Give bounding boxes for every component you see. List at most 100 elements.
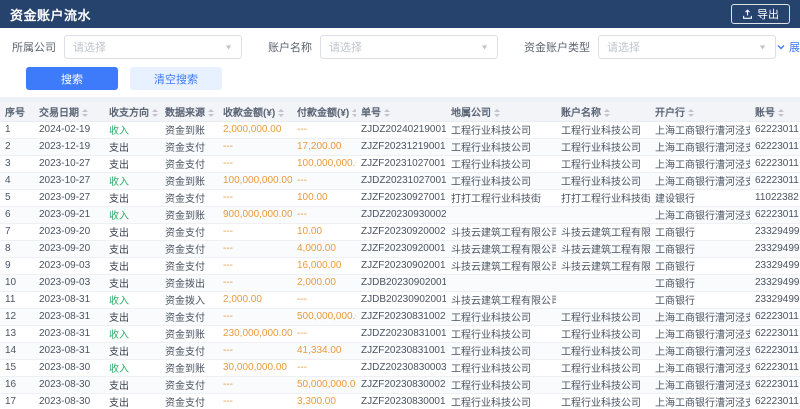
- cell-bank: 上海工商银行漕河泾支行: [650, 138, 750, 155]
- cell-receipt: ---: [218, 240, 292, 257]
- column-header-label: 地属公司: [451, 108, 491, 119]
- table-row[interactable]: 112023-08-31收入资金拨入2,000.00---ZJDB2023090…: [0, 291, 800, 308]
- cell-order_no: ZJDZ20231027001: [356, 172, 446, 189]
- table-row[interactable]: 102023-09-03支出资金拨出---2,000.00ZJDB2023090…: [0, 274, 800, 291]
- filter-group-account: 账户名称 请选择 ▼: [268, 35, 498, 59]
- cell-receipt: ---: [218, 342, 292, 359]
- cell-payment: 10.00: [292, 223, 356, 240]
- cell-no: 12: [0, 308, 34, 325]
- cell-account: 工程行业科技公司: [556, 172, 650, 189]
- column-header-receipt[interactable]: 收款金额(¥): [218, 102, 292, 121]
- column-header-order_no[interactable]: 单号: [356, 102, 446, 121]
- sort-carets-icon[interactable]: [604, 109, 610, 117]
- cell-order_no: ZJDZ20230930002: [356, 206, 446, 223]
- filter-expand-icon: [776, 42, 786, 52]
- cell-source: 资金拨入: [160, 291, 218, 308]
- sort-carets-icon[interactable]: [208, 109, 214, 117]
- search-button[interactable]: 搜索: [26, 67, 118, 90]
- cell-source: 资金支付: [160, 155, 218, 172]
- cell-bank: 建设银行: [650, 189, 750, 206]
- account-select[interactable]: 请选择 ▼: [320, 35, 498, 59]
- cell-source: 资金到账: [160, 121, 218, 138]
- cell-payment: 100,000,000.00: [292, 155, 356, 172]
- cell-no: 6: [0, 206, 34, 223]
- sort-carets-icon[interactable]: [778, 109, 784, 117]
- cell-direction: 支出: [104, 274, 160, 291]
- table-row[interactable]: 132023-08-31收入资金到账230,000,000.00---ZJDZ2…: [0, 325, 800, 342]
- column-header-bank[interactable]: 开户行: [650, 102, 750, 121]
- table-row[interactable]: 32023-10-27支出资金支付---100,000,000.00ZJZF20…: [0, 155, 800, 172]
- sort-carets-icon[interactable]: [352, 109, 356, 117]
- sort-carets-icon[interactable]: [278, 109, 284, 117]
- sort-carets-icon[interactable]: [82, 109, 88, 117]
- sort-carets-icon[interactable]: [384, 109, 390, 117]
- cell-order_no: ZJZF20230920002: [356, 223, 446, 240]
- table-row[interactable]: 122023-08-31支出资金支付---500,000,000.00ZJZF2…: [0, 308, 800, 325]
- cell-order_no: ZJZF20230920001: [356, 240, 446, 257]
- cell-no: 16: [0, 376, 34, 393]
- sort-carets-icon[interactable]: [688, 109, 694, 117]
- cell-company: 斗技云建筑工程有限公司: [446, 240, 556, 257]
- cell-bank: 上海工商银行漕河泾支行: [650, 172, 750, 189]
- cell-receipt: ---: [218, 189, 292, 206]
- cell-company: 工程行业科技公司: [446, 325, 556, 342]
- cell-source: 资金支付: [160, 189, 218, 206]
- column-header-source[interactable]: 数据来源: [160, 102, 218, 121]
- cell-no: 10: [0, 274, 34, 291]
- account-type-select[interactable]: 请选择 ▼: [598, 35, 776, 59]
- cell-account: 工程行业科技公司: [556, 138, 650, 155]
- cell-date: 2023-10-27: [34, 155, 104, 172]
- cell-direction: 支出: [104, 376, 160, 393]
- cell-bank: 上海工商银行漕河泾支行: [650, 359, 750, 376]
- cell-number: 23329499: [750, 291, 800, 308]
- column-header-date[interactable]: 交易日期: [34, 102, 104, 121]
- cell-account: 工程行业科技公司: [556, 359, 650, 376]
- company-select[interactable]: 请选择 ▼: [64, 35, 242, 59]
- cell-account: 工程行业科技公司: [556, 308, 650, 325]
- table-row[interactable]: 72023-09-20支出资金支付---10.00ZJZF20230920002…: [0, 223, 800, 240]
- table-row[interactable]: 22023-12-19支出资金支付---17,200.00ZJZF2023121…: [0, 138, 800, 155]
- expand-filter-label: 展开筛选: [789, 39, 800, 55]
- cell-number: 62223011: [750, 155, 800, 172]
- table-row[interactable]: 62023-09-21收入资金到账900,000,000.00---ZJDZ20…: [0, 206, 800, 223]
- column-header-number[interactable]: 账号: [750, 102, 800, 121]
- column-header-account[interactable]: 账户名称: [556, 102, 650, 121]
- cell-no: 17: [0, 393, 34, 409]
- cell-bank: 工商银行: [650, 223, 750, 240]
- clear-search-button[interactable]: 清空搜索: [130, 67, 222, 90]
- cell-payment: 100.00: [292, 189, 356, 206]
- cell-payment: ---: [292, 291, 356, 308]
- cell-direction: 收入: [104, 121, 160, 138]
- cell-receipt: ---: [218, 223, 292, 240]
- cell-number: 23329499: [750, 257, 800, 274]
- cell-payment: 500,000,000.00: [292, 308, 356, 325]
- table-row[interactable]: 152023-08-30收入资金到账30,000,000.00---ZJDZ20…: [0, 359, 800, 376]
- table-row[interactable]: 92023-09-03支出资金支付---16,000.00ZJZF2023090…: [0, 257, 800, 274]
- table-row[interactable]: 42023-10-27收入资金到账100,000,000.00---ZJDZ20…: [0, 172, 800, 189]
- cell-company: [446, 274, 556, 291]
- table-row[interactable]: 162023-08-30支出资金支付---50,000,000.00ZJZF20…: [0, 376, 800, 393]
- cell-source: 资金支付: [160, 223, 218, 240]
- cell-no: 7: [0, 223, 34, 240]
- table-row[interactable]: 52023-09-27支出资金支付---100.00ZJZF2023092700…: [0, 189, 800, 206]
- table-row[interactable]: 172023-08-30支出资金支付---3,300.00ZJZF2023083…: [0, 393, 800, 409]
- cell-receipt: 230,000,000.00: [218, 325, 292, 342]
- cell-order_no: ZJZF20230927001: [356, 189, 446, 206]
- cell-date: 2023-08-30: [34, 376, 104, 393]
- sort-carets-icon[interactable]: [494, 109, 500, 117]
- expand-filter-link[interactable]: 展开筛选: [776, 39, 800, 55]
- chevron-down-icon: ▼: [480, 43, 489, 51]
- column-header-label: 付款金额(¥): [297, 108, 349, 119]
- chevron-down-icon: ▼: [224, 43, 233, 51]
- table-row[interactable]: 12024-02-19收入资金到账2,000,000.00---ZJDZ2024…: [0, 121, 800, 138]
- column-header-no: 序号: [0, 102, 34, 121]
- column-header-payment[interactable]: 付款金额(¥): [292, 102, 356, 121]
- table-row[interactable]: 82023-09-20支出资金支付---4,000.00ZJZF20230920…: [0, 240, 800, 257]
- export-button[interactable]: 导出: [731, 4, 790, 24]
- sort-carets-icon[interactable]: [152, 109, 158, 117]
- column-header-direction[interactable]: 收支方向: [104, 102, 160, 121]
- column-header-company[interactable]: 地属公司: [446, 102, 556, 121]
- cell-bank: 上海工商银行漕河泾支行: [650, 342, 750, 359]
- cell-direction: 支出: [104, 393, 160, 409]
- table-row[interactable]: 142023-08-31支出资金支付---41,334.00ZJZF202308…: [0, 342, 800, 359]
